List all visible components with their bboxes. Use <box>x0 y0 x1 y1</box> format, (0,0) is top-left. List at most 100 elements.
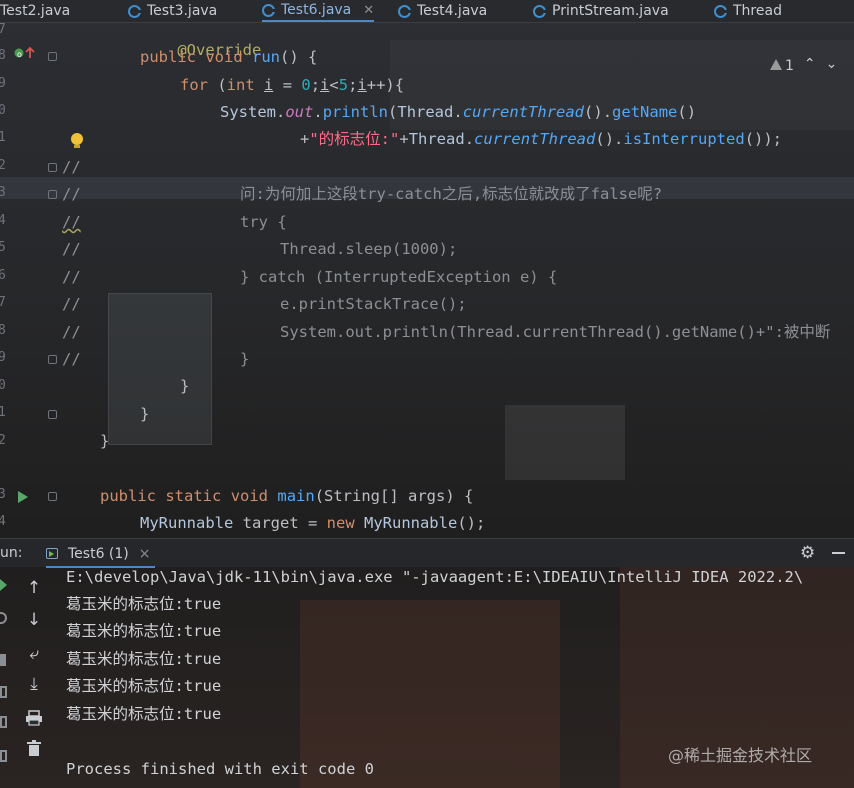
comment: e.printStackTrace(); <box>280 295 467 313</box>
code-text: = <box>273 76 302 94</box>
keyword: new <box>326 514 355 532</box>
comment: // <box>62 350 81 368</box>
code-text: (). <box>595 130 624 148</box>
line-number: 2 <box>0 433 6 448</box>
code-text: } <box>100 432 110 450</box>
comment: try { <box>240 213 287 231</box>
tab-test6[interactable]: Test6.java ✕ <box>262 0 375 22</box>
fold-marker-icon[interactable] <box>48 52 57 61</box>
keyword: int <box>226 76 255 94</box>
lightbulb-icon[interactable] <box>70 132 84 150</box>
tab-printstream[interactable]: PrintStream.java <box>533 0 669 22</box>
code-text: + <box>300 130 310 148</box>
string-literal: "的标志位:" <box>309 130 400 148</box>
soft-wrap-icon[interactable]: ⤶ <box>24 644 44 664</box>
line-number: 2 <box>0 158 6 173</box>
keyword: public <box>140 48 196 66</box>
close-icon[interactable]: ✕ <box>363 3 374 18</box>
override-marker-icon[interactable]: o <box>14 46 38 60</box>
keyword: static <box>165 487 222 505</box>
line-number: 5 <box>0 240 6 255</box>
comment: // <box>62 295 81 313</box>
run-tab-test6[interactable]: Test6 (1) × <box>46 542 155 568</box>
warning-icon <box>770 59 782 70</box>
run-gutter-icon[interactable] <box>16 490 30 504</box>
line-number: 0 <box>0 103 6 118</box>
line-number: 1 <box>0 405 6 420</box>
method-name: currentThread <box>462 103 585 121</box>
stop-icon[interactable] <box>0 654 6 666</box>
fold-marker-icon[interactable] <box>48 410 57 419</box>
fold-marker-icon[interactable] <box>48 355 57 364</box>
line-number: 7 <box>0 22 6 37</box>
code-text: . <box>464 130 475 148</box>
keyword: void <box>205 48 243 66</box>
run-panel-label: un: <box>0 545 23 561</box>
method-name: println <box>322 103 389 121</box>
pin-icon[interactable] <box>0 750 7 762</box>
restore-icon[interactable] <box>0 612 7 624</box>
comment: Thread.sleep(1000); <box>280 240 458 258</box>
close-icon[interactable]: × <box>139 546 151 562</box>
line-number: 3 <box>0 185 6 200</box>
comment: // <box>62 213 81 231</box>
run-config-icon <box>46 547 60 561</box>
class-name: Thread <box>408 130 465 148</box>
console-output-line: 葛玉米的标志位:true <box>66 622 222 640</box>
warning-count: 1 <box>785 58 794 74</box>
tab-test3[interactable]: Test3.java <box>128 0 217 22</box>
tab-label: Thread <box>733 3 782 19</box>
class-name: MyRunnable <box>354 514 458 532</box>
class-icon <box>714 4 727 18</box>
class-icon <box>398 4 411 18</box>
variable: i <box>320 76 330 94</box>
keyword: for <box>180 76 208 94</box>
scroll-down-icon[interactable]: ↓ <box>24 610 44 630</box>
comment: // <box>62 268 81 286</box>
console-output-line: 葛玉米的标志位:true <box>66 650 222 668</box>
trash-icon[interactable] <box>24 738 44 758</box>
console-output-line: 葛玉米的标志位:true <box>66 705 222 723</box>
comment: System.out.println(Thread.currentThread(… <box>280 323 831 341</box>
scroll-to-end-icon[interactable]: ⤓ <box>24 674 44 694</box>
code-text: ++){ <box>366 76 405 94</box>
rerun-icon[interactable] <box>0 578 8 592</box>
code-text: + <box>399 130 409 148</box>
code-line: public void run() { <box>140 47 317 67</box>
keyword: void <box>230 487 269 505</box>
tab-thread[interactable]: Thread <box>714 0 782 22</box>
code-editor[interactable]: 7 8 9 0 1 2 3 4 5 6 7 8 9 0 1 2 3 4 o 1 … <box>0 22 854 534</box>
class-name: MyRunnable <box>140 514 234 532</box>
line-number: 8 <box>0 48 6 63</box>
tab-test2[interactable]: Test2.java <box>0 0 70 22</box>
layout-icon[interactable] <box>0 716 7 728</box>
number: 5 <box>338 76 349 94</box>
camera-icon[interactable] <box>0 686 7 698</box>
code-text: (String[] args) { <box>314 487 474 505</box>
line-number: 1 <box>0 130 6 145</box>
minimize-icon[interactable] <box>832 552 845 554</box>
code-text: () { <box>280 48 318 66</box>
fold-marker-icon[interactable] <box>48 492 57 501</box>
chevron-down-icon[interactable]: ⌄ <box>826 56 838 74</box>
class-icon <box>262 3 275 17</box>
chevron-up-icon[interactable]: ⌃ <box>804 56 816 74</box>
fold-marker-icon[interactable] <box>48 163 57 172</box>
comment: 问:为何加上这段try-catch之后,标志位就改成了false呢? <box>240 185 663 203</box>
code-line: for (int i = 0;i<5;i++){ <box>180 75 404 95</box>
console-command-line: E:\develop\Java\jdk-11\bin\java.exe "-ja… <box>66 568 804 586</box>
warning-indicator[interactable]: 1 <box>770 56 794 74</box>
code-line: public static void main(String[] args) { <box>100 486 473 506</box>
inspection-widget[interactable]: 1 ⌃ ⌄ <box>770 56 837 74</box>
code-line: MyRunnable target = new MyRunnable(); <box>140 513 485 533</box>
fold-marker-icon[interactable] <box>48 190 57 199</box>
scroll-up-icon[interactable]: ↑ <box>24 578 44 598</box>
code-text: (); <box>457 514 486 532</box>
gear-icon[interactable]: ⚙ <box>800 543 815 563</box>
print-icon[interactable] <box>24 708 44 728</box>
comment: // <box>62 240 81 258</box>
line-number: 0 <box>0 378 6 393</box>
tab-test4[interactable]: Test4.java <box>398 0 487 22</box>
code-text: (). <box>584 103 613 121</box>
code-text: } <box>140 405 150 423</box>
